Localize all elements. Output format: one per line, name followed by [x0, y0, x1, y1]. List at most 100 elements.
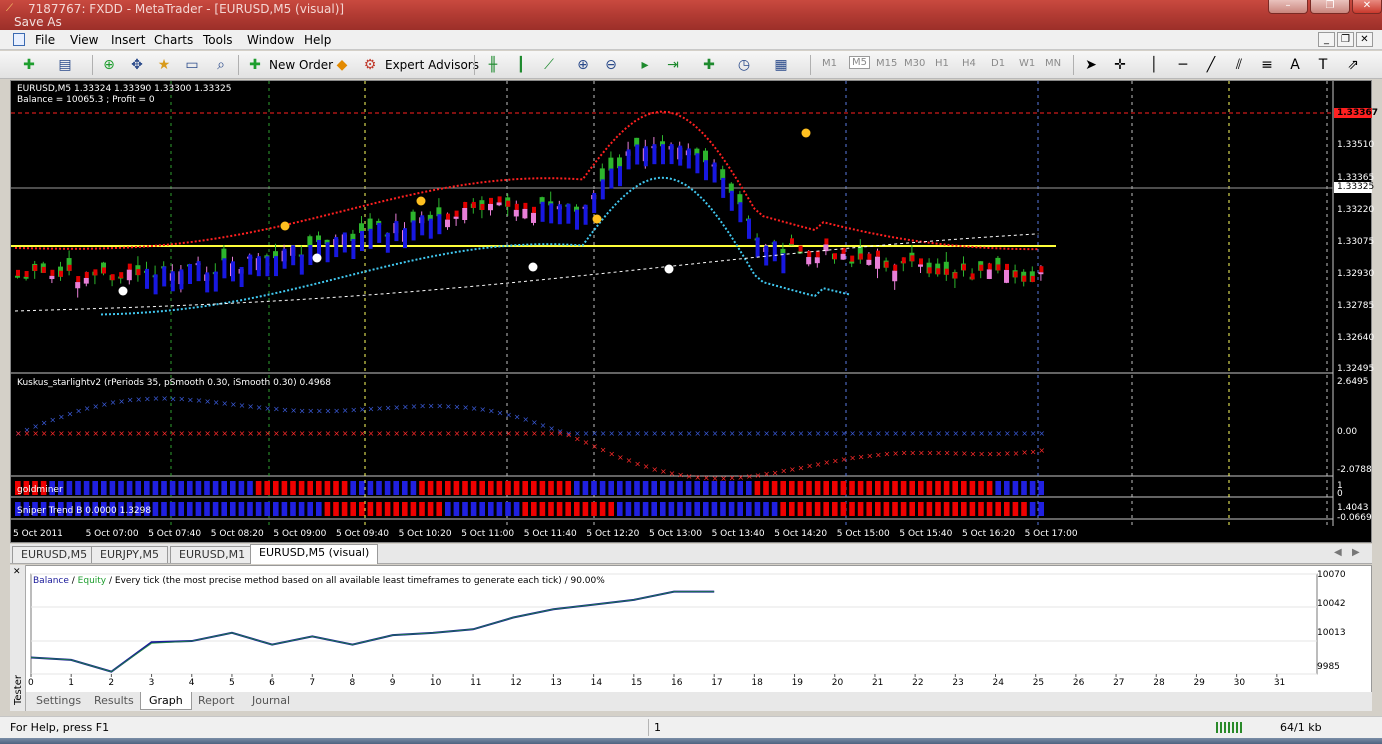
equidistant-channel-icon[interactable]: ⫽ [1230, 56, 1248, 74]
vertical-line-icon[interactable]: │ [1145, 56, 1163, 74]
kuskus-buy-mark: × [333, 406, 340, 415]
goldminer-bar [1004, 481, 1010, 495]
kuskus-buy-mark: × [299, 406, 306, 415]
sniper-bar [522, 502, 528, 516]
terminal-icon[interactable]: ▭ [183, 56, 201, 74]
menu-insert[interactable]: Insert [111, 33, 145, 47]
ma-bar [540, 201, 545, 222]
sniper-scale-label: -0.0669 [1337, 513, 1372, 523]
sniper-bar [943, 502, 950, 516]
timeframe-m30[interactable]: M30 [904, 58, 925, 69]
mdi-minimize-button[interactable]: _ [1318, 32, 1335, 47]
kuskus-buy-mark: × [178, 395, 185, 404]
navigator-icon[interactable]: ★ [155, 56, 173, 74]
ma-bar [962, 264, 966, 271]
indicators-icon[interactable]: ✚ [700, 56, 718, 74]
menu-help[interactable]: Help [304, 33, 331, 47]
kuskus-buy-mark: × [221, 399, 228, 408]
menu-charts[interactable]: Charts [154, 33, 193, 47]
tester-tab-graph[interactable]: Graph [140, 692, 192, 710]
signal-dot [664, 264, 674, 274]
market-watch-icon[interactable]: ⊕ [100, 56, 118, 74]
mdi-close-button[interactable]: ✕ [1356, 32, 1373, 47]
timeframe-m1[interactable]: M1 [822, 58, 837, 69]
arrows-icon[interactable]: ⇗ [1344, 56, 1362, 74]
close-button[interactable]: ✕ [1352, 0, 1382, 14]
crosshair-icon[interactable]: ✥ [128, 56, 146, 74]
expert-advisors-icon[interactable]: ⚙ [361, 56, 379, 74]
timeframe-h4[interactable]: H4 [962, 58, 976, 69]
minimize-button[interactable]: – [1268, 0, 1308, 14]
fibonacci-icon[interactable]: ≡ [1258, 56, 1276, 74]
tester-icon[interactable]: ⌕ [212, 56, 230, 74]
mdi-restore-button[interactable]: ❐ [1337, 32, 1354, 47]
text-icon[interactable]: A [1286, 56, 1304, 74]
templates-icon[interactable]: ▦ [772, 56, 790, 74]
kuskus-buy-mark: × [1030, 429, 1037, 438]
line-chart-icon[interactable]: ⟋ [540, 56, 558, 74]
cursor-icon[interactable]: ➤ [1082, 56, 1100, 74]
menu-view[interactable]: View [70, 33, 98, 47]
tab-scroll-right-icon[interactable]: ▶ [1352, 547, 1360, 558]
metaeditor-icon[interactable]: ◆ [333, 56, 351, 74]
menu-tools[interactable]: Tools [203, 33, 233, 47]
ma-bar [738, 202, 743, 223]
profiles-icon[interactable]: ▤ [56, 56, 74, 74]
goldminer-bar [763, 481, 769, 495]
tester-tab-journal[interactable]: Journal [244, 692, 298, 710]
goldminer-bar [195, 481, 202, 495]
graph-x-label: 13 [550, 678, 562, 688]
tester-side-handle[interactable]: Tester ✕ [10, 565, 26, 711]
sniper-bar [685, 502, 692, 516]
chart-shift-icon[interactable]: ⇥ [664, 56, 682, 74]
graph-x-label: 18 [751, 678, 763, 688]
timeframe-m15[interactable]: M15 [876, 58, 897, 69]
tab-scroll-left-icon[interactable]: ◀ [1334, 547, 1342, 558]
new-order-icon[interactable]: ✚ [246, 56, 264, 74]
ma-bar [16, 269, 20, 276]
text-label-icon[interactable]: T [1314, 56, 1332, 74]
maximize-button[interactable]: ❐ [1310, 0, 1350, 14]
goldminer-bar [857, 481, 864, 495]
autoscroll-icon[interactable]: ▸ [636, 56, 654, 74]
kuskus-buy-mark: × [75, 407, 82, 416]
kuskus-sell-mark: × [144, 429, 151, 438]
ma-bar [987, 263, 992, 270]
kuskus-sell-mark: × [909, 448, 916, 457]
goldminer-bar [281, 481, 288, 495]
tester-tab-results[interactable]: Results [86, 692, 142, 710]
expert-advisors-button[interactable]: Expert Advisors [385, 58, 479, 72]
new-chart-icon[interactable]: ✚ [20, 56, 38, 74]
sniper-bar [840, 502, 847, 516]
kuskus-buy-mark: × [660, 429, 667, 438]
chart-tab-eurusd-m5[interactable]: EURUSD,M5 [12, 546, 97, 563]
candlestick-icon[interactable]: ┃ [512, 56, 530, 74]
chart-tab-eurusd-m1[interactable]: EURUSD,M1 [170, 546, 255, 563]
tester-tab-settings[interactable]: Settings [28, 692, 89, 710]
price-chart[interactable]: × × × × × × × × × × × × × × × × × × × × × × × × × × × × × × × × × × × × × × × ×… [10, 80, 1378, 543]
timeframe-d1[interactable]: D1 [991, 58, 1005, 69]
zoom-out-icon[interactable]: ⊖ [602, 56, 620, 74]
chart-tab-eurjpy-m5[interactable]: EURJPY,M5 [91, 546, 168, 563]
timeframe-mn[interactable]: MN [1045, 58, 1061, 69]
timeframe-h1[interactable]: H1 [935, 58, 949, 69]
zoom-in-icon[interactable]: ⊕ [574, 56, 592, 74]
horizontal-line-icon[interactable]: ─ [1174, 56, 1192, 74]
timeframe-m5[interactable]: M5 [849, 56, 870, 69]
tester-close-icon[interactable]: ✕ [13, 567, 21, 705]
price-label: 1.32640 [1337, 333, 1375, 343]
timeframe-w1[interactable]: W1 [1019, 58, 1035, 69]
trendline-icon[interactable]: ╱ [1202, 56, 1220, 74]
menu-window[interactable]: Window [247, 33, 294, 47]
menu-file[interactable]: File [35, 33, 55, 47]
new-order-button[interactable]: New Order [269, 58, 333, 72]
bar-chart-icon[interactable]: ╫ [484, 56, 502, 74]
crosshair-tool-icon[interactable]: ✛ [1111, 56, 1129, 74]
goldminer-bar [969, 481, 976, 495]
tester-tab-report[interactable]: Report [190, 692, 242, 710]
goldminer-bar [599, 481, 606, 495]
sniper-bar [505, 502, 511, 516]
periodicity-icon[interactable]: ◷ [735, 56, 753, 74]
ma-bar [858, 253, 863, 260]
chart-tab-eurusd-m5-visual[interactable]: EURUSD,M5 (visual) [250, 544, 379, 564]
